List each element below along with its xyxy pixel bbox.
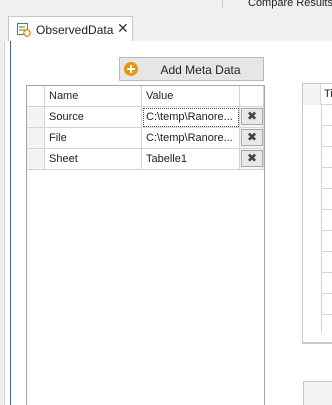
delete-row-button[interactable]: ✖ <box>241 150 263 167</box>
name-cell[interactable]: File <box>45 128 142 149</box>
grid-row-line <box>321 188 332 189</box>
grid-row-line <box>321 209 332 210</box>
meta-data-grid: Name Value Source C:\temp\Ranore... ✖ Fi… <box>26 85 265 405</box>
column-header-delete <box>240 86 264 107</box>
grid-row-line <box>321 293 332 294</box>
add-meta-data-button[interactable]: Add Meta Data <box>119 57 264 81</box>
row-indicator[interactable] <box>27 149 45 170</box>
compare-results-label[interactable]: Compare Results <box>248 0 332 9</box>
name-cell[interactable]: Sheet <box>45 149 142 170</box>
top-strip: Compare Results <box>0 0 332 12</box>
grid-row-line <box>321 146 332 147</box>
tab-title: ObservedData <box>36 23 114 37</box>
observed-data-icon <box>17 23 31 37</box>
bottom-panel-corner <box>303 381 332 405</box>
delete-row-button[interactable]: ✖ <box>241 129 263 146</box>
grid-bottom-border <box>302 343 332 344</box>
column-header-name[interactable]: Name <box>45 86 142 107</box>
value-cell[interactable]: C:\temp\Ranore... <box>142 107 240 128</box>
grid-row-line <box>321 230 332 231</box>
add-meta-data-label: Add Meta Data <box>160 63 241 77</box>
grid-column-line <box>321 105 322 333</box>
row-indicator-header <box>27 86 45 107</box>
tab-observed-data[interactable]: ObservedData ✕ <box>8 16 133 42</box>
row-indicator[interactable] <box>27 128 45 149</box>
observed-values-header: Ti <box>303 84 332 105</box>
row-indicator-header <box>303 84 321 105</box>
close-icon[interactable]: ✕ <box>117 20 129 37</box>
grid-row-line <box>321 251 332 252</box>
top-divider <box>222 0 223 8</box>
table-row[interactable]: File C:\temp\Ranore... ✖ <box>27 128 264 149</box>
grid-row-line <box>321 125 332 126</box>
table-row[interactable]: Source C:\temp\Ranore... ✖ <box>27 107 264 128</box>
observed-values-grid: Ti <box>302 83 332 343</box>
grid-row-line <box>321 272 332 273</box>
delete-row-button[interactable]: ✖ <box>241 108 263 125</box>
grid-row-line <box>321 314 332 315</box>
document-tab-bar: ObservedData ✕ <box>0 12 332 42</box>
grid-row-line <box>321 167 332 168</box>
grid-header-row: Name Value <box>27 86 264 107</box>
value-cell[interactable]: Tabelle1 <box>142 149 240 170</box>
column-header-value[interactable]: Value <box>142 86 240 107</box>
column-header-partial[interactable]: Ti <box>324 88 332 100</box>
name-cell[interactable]: Source <box>45 107 142 128</box>
value-cell[interactable]: C:\temp\Ranore... <box>142 128 240 149</box>
row-indicator[interactable] <box>27 107 45 128</box>
table-row[interactable]: Sheet Tabelle1 ✖ <box>27 149 264 170</box>
panel-accent-line <box>10 41 11 405</box>
